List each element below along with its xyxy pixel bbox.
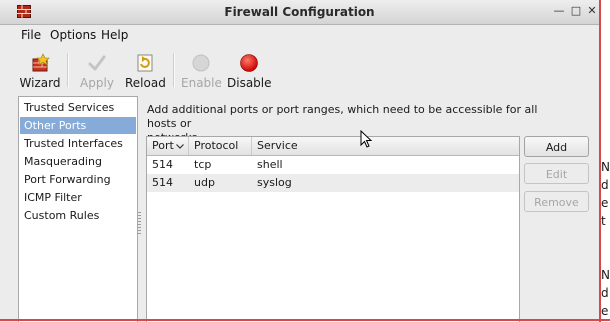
wizard-label: Wizard xyxy=(19,76,61,90)
sidebar-item-custom-rules[interactable]: Custom Rules xyxy=(20,207,136,224)
edit-button[interactable]: Edit xyxy=(524,163,589,184)
reload-label: Reload xyxy=(125,76,166,90)
sidebar-item-icmp-filter[interactable]: ICMP Filter xyxy=(20,189,136,206)
menu-options[interactable]: Options xyxy=(50,28,96,42)
background-text: N xyxy=(601,268,610,282)
minimize-icon[interactable]: — xyxy=(552,4,566,18)
toolbar-separator xyxy=(173,53,175,87)
disable-label: Disable xyxy=(227,76,272,90)
wizard-icon xyxy=(32,53,50,72)
splitter-grip xyxy=(138,212,141,236)
apply-label: Apply xyxy=(80,76,114,90)
row-protocol: udp xyxy=(194,176,215,189)
firewall-window: Firewall Configuration — □ ✕ File Option… xyxy=(0,0,600,322)
row-port: 514 xyxy=(152,158,173,171)
mouse-cursor-icon xyxy=(360,130,373,148)
reload-button[interactable]: Reload xyxy=(125,50,166,90)
maximize-icon[interactable]: □ xyxy=(569,4,583,18)
sidebar-item-port-forwarding[interactable]: Port Forwarding xyxy=(20,171,136,188)
sidebar-item-other-ports[interactable]: Other Ports xyxy=(20,117,136,134)
background-text: t xyxy=(601,214,606,228)
row-service: syslog xyxy=(257,176,292,189)
toolbar-separator xyxy=(67,53,69,87)
disable-circle-icon xyxy=(240,54,258,72)
menu-bar: File Options Help xyxy=(0,25,599,45)
sidebar-item-trusted-services[interactable]: Trusted Services xyxy=(20,99,136,116)
apply-check-icon xyxy=(88,55,106,71)
reload-icon xyxy=(137,54,153,72)
column-port-label: Port xyxy=(152,139,174,152)
disable-button[interactable]: Disable xyxy=(227,50,272,90)
background-text: N xyxy=(601,160,610,174)
close-icon[interactable]: ✕ xyxy=(585,4,599,18)
sort-down-icon xyxy=(176,144,184,149)
sidebar-item-trusted-interfaces[interactable]: Trusted Interfaces xyxy=(20,135,136,152)
ports-table: Port Protocol Service 514 tcp shell 514 … xyxy=(146,136,520,322)
table-header: Port Protocol Service xyxy=(147,137,519,156)
sidebar: Trusted Services Other Ports Trusted Int… xyxy=(18,96,138,322)
background-text: e xyxy=(601,304,609,318)
table-row[interactable]: 514 tcp shell xyxy=(147,156,519,174)
description-line-1: Add additional ports or port ranges, whi… xyxy=(147,103,538,130)
pane-splitter[interactable] xyxy=(137,96,142,322)
table-row[interactable]: 514 udp syslog xyxy=(147,174,519,192)
title-bar[interactable]: Firewall Configuration — □ ✕ xyxy=(0,0,599,25)
menu-help[interactable]: Help xyxy=(101,28,128,42)
background-text: d xyxy=(601,178,609,192)
sidebar-item-masquerading[interactable]: Masquerading xyxy=(20,153,136,170)
column-protocol[interactable]: Protocol xyxy=(189,137,252,155)
menu-file[interactable]: File xyxy=(21,28,41,42)
enable-button[interactable]: Enable xyxy=(181,50,222,90)
enable-label: Enable xyxy=(181,76,222,90)
background-text: d xyxy=(601,286,609,300)
row-service: shell xyxy=(257,158,283,171)
apply-button[interactable]: Apply xyxy=(77,50,117,90)
toolbar: Wizard Apply Reload Enable Disable xyxy=(0,47,599,93)
enable-circle-icon xyxy=(192,54,210,72)
row-port: 514 xyxy=(152,176,173,189)
row-protocol: tcp xyxy=(194,158,212,171)
remove-button[interactable]: Remove xyxy=(524,191,589,212)
background-text: e xyxy=(601,196,609,210)
column-port[interactable]: Port xyxy=(147,137,189,155)
window-title: Firewall Configuration xyxy=(224,5,375,19)
column-service[interactable]: Service xyxy=(252,137,519,155)
background-window-border xyxy=(0,319,610,321)
wizard-button[interactable]: Wizard xyxy=(19,50,61,90)
add-button[interactable]: Add xyxy=(524,136,589,157)
